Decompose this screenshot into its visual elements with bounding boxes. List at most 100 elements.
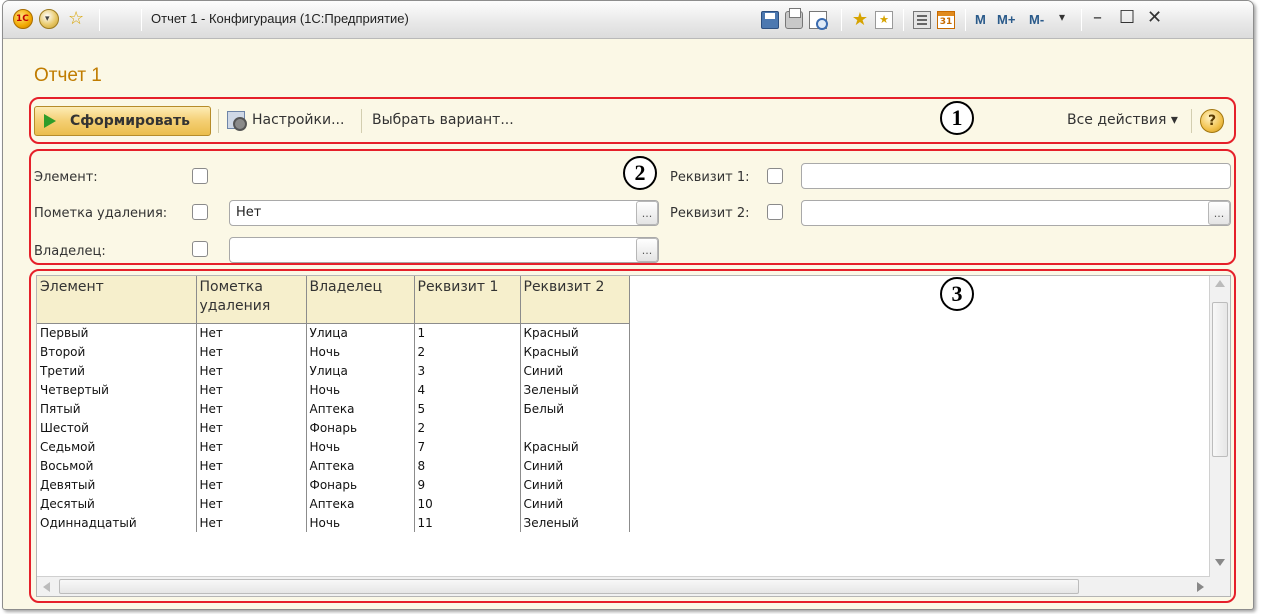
table-row[interactable]: Седьмой Нет Ночь 7 Красный — [37, 437, 630, 456]
page-title: Отчет 1 — [34, 65, 102, 86]
cell-element: Восьмой — [37, 456, 197, 475]
scroll-down-icon[interactable] — [1215, 559, 1225, 566]
table-row[interactable]: Третий Нет Улица 3 Синий — [37, 361, 630, 380]
attr1-filter-label: Реквизит 1: — [670, 170, 750, 185]
cell-attr2: Синий — [520, 361, 630, 380]
maximize-icon[interactable]: ☐ — [1119, 7, 1135, 28]
cell-attr1: 10 — [414, 494, 521, 513]
horizontal-scrollbar[interactable] — [37, 576, 1210, 596]
cell-element: Второй — [37, 342, 197, 361]
cell-attr2: Зеленый — [520, 513, 630, 532]
cell-attr2: Синий — [520, 494, 630, 513]
cell-attr2: Белый — [520, 399, 630, 418]
column-header-owner[interactable]: Владелец — [306, 276, 415, 324]
cell-element: Первый — [37, 323, 197, 342]
cell-owner: Ночь — [306, 513, 415, 532]
deletion-mark-select-button[interactable]: ... — [636, 201, 658, 225]
title-separator — [99, 9, 100, 31]
title-separator — [965, 9, 966, 31]
attr1-filter-checkbox[interactable] — [767, 168, 783, 184]
cell-element: Девятый — [37, 475, 197, 494]
cell-attr1: 5 — [414, 399, 521, 418]
generate-report-button[interactable]: Сформировать — [34, 106, 211, 136]
column-header-deletion-mark[interactable]: Пометка удаления — [196, 276, 307, 324]
deletion-mark-filter-checkbox[interactable] — [192, 204, 208, 220]
cell-attr1: 2 — [414, 418, 521, 437]
owner-field[interactable] — [229, 237, 659, 263]
save-icon[interactable] — [761, 11, 779, 29]
memory-m-minus-button[interactable]: M- — [1029, 12, 1044, 27]
settings-icon[interactable] — [227, 111, 247, 131]
attr2-select-button[interactable]: ... — [1208, 201, 1230, 225]
add-favorite-icon[interactable]: ★ — [851, 11, 869, 29]
vertical-scroll-thumb[interactable] — [1212, 302, 1228, 457]
cell-element: Шестой — [37, 418, 197, 437]
more-chevron-icon[interactable]: ▾ — [1059, 10, 1065, 24]
table-row[interactable]: Первый Нет Улица 1 Красный — [37, 323, 630, 342]
toolbar-separator — [1191, 109, 1192, 133]
table-row[interactable]: Четвертый Нет Ночь 4 Зеленый — [37, 380, 630, 399]
favorites-star-icon[interactable]: ☆ — [68, 8, 84, 29]
title-tools-icons: 31 — [913, 9, 961, 31]
table-header-row: Элемент Пометка удаления Владелец Реквиз… — [37, 276, 630, 324]
owner-filter-label: Владелец: — [34, 244, 106, 259]
cell-deletion-mark: Нет — [196, 513, 307, 532]
table-row[interactable]: Десятый Нет Аптека 10 Синий — [37, 494, 630, 513]
vertical-scrollbar[interactable] — [1209, 276, 1230, 596]
annotation-number-2: 2 — [623, 156, 657, 190]
attr2-filter-label: Реквизит 2: — [670, 206, 750, 221]
cell-deletion-mark: Нет — [196, 323, 307, 342]
calculator-icon[interactable] — [913, 11, 931, 29]
element-filter-checkbox[interactable] — [192, 168, 208, 184]
scroll-left-icon[interactable] — [43, 582, 50, 592]
table-body: Первый Нет Улица 1 Красный Второй Нет Ночь 2 Крас… — [37, 323, 630, 532]
cell-deletion-mark: Нет — [196, 494, 307, 513]
favorites-list-icon[interactable]: ★ — [875, 11, 893, 29]
table-row[interactable]: Пятый Нет Аптека 5 Белый — [37, 399, 630, 418]
scroll-right-icon[interactable] — [1197, 582, 1204, 592]
column-header-attr2[interactable]: Реквизит 2 — [520, 276, 630, 324]
owner-filter-checkbox[interactable] — [192, 241, 208, 257]
cell-attr2: Зеленый — [520, 380, 630, 399]
attr1-field[interactable] — [801, 163, 1231, 189]
cell-deletion-mark: Нет — [196, 399, 307, 418]
1c-logo-icon[interactable]: 1С — [13, 9, 33, 29]
memory-m-plus-button[interactable]: M+ — [997, 12, 1015, 27]
cell-owner: Аптека — [306, 456, 415, 475]
report-grid[interactable]: Элемент Пометка удаления Владелец Реквиз… — [36, 275, 1231, 597]
main-menu-button[interactable]: ▾ — [39, 9, 59, 29]
table-row[interactable]: Девятый Нет Фонарь 9 Синий — [37, 475, 630, 494]
scroll-up-icon[interactable] — [1215, 280, 1225, 287]
window-title: Отчет 1 - Конфигурация (1С:Предприятие) — [151, 11, 409, 26]
attr2-field[interactable] — [801, 200, 1231, 226]
owner-select-button[interactable]: ... — [636, 238, 658, 262]
table-row[interactable]: Восьмой Нет Аптека 8 Синий — [37, 456, 630, 475]
deletion-mark-field[interactable]: Нет — [229, 200, 659, 226]
app-window: 1С ▾ ☆ Отчет 1 - Конфигурация (1С:Предпр… — [2, 0, 1254, 610]
settings-button[interactable]: Настройки... — [252, 112, 344, 128]
column-header-element[interactable]: Элемент — [37, 276, 197, 324]
table-row[interactable]: Второй Нет Ночь 2 Красный — [37, 342, 630, 361]
cell-deletion-mark: Нет — [196, 361, 307, 380]
cell-owner: Аптека — [306, 494, 415, 513]
memory-m-button[interactable]: M — [975, 12, 986, 27]
help-icon[interactable]: ? — [1200, 109, 1224, 133]
cell-owner: Фонарь — [306, 475, 415, 494]
attr2-filter-checkbox[interactable] — [767, 204, 783, 220]
choose-variant-button[interactable]: Выбрать вариант... — [372, 112, 514, 128]
all-actions-menu[interactable]: Все действия ▾ — [1067, 112, 1178, 128]
cell-deletion-mark: Нет — [196, 380, 307, 399]
cell-attr1: 8 — [414, 456, 521, 475]
table-row[interactable]: Одиннадцатый Нет Ночь 11 Зеленый — [37, 513, 630, 532]
horizontal-scroll-thumb[interactable] — [59, 579, 1079, 594]
print-icon[interactable] — [785, 8, 803, 29]
close-icon[interactable]: ✕ — [1147, 7, 1162, 28]
cell-owner: Фонарь — [306, 418, 415, 437]
print-preview-icon[interactable] — [809, 11, 828, 30]
cell-attr1: 3 — [414, 361, 521, 380]
column-header-attr1[interactable]: Реквизит 1 — [414, 276, 521, 324]
table-row[interactable]: Шестой Нет Фонарь 2 — [37, 418, 630, 437]
calendar-icon[interactable]: 31 — [937, 11, 955, 29]
minimize-icon[interactable]: – — [1093, 7, 1102, 28]
toolbar-separator — [361, 109, 362, 133]
